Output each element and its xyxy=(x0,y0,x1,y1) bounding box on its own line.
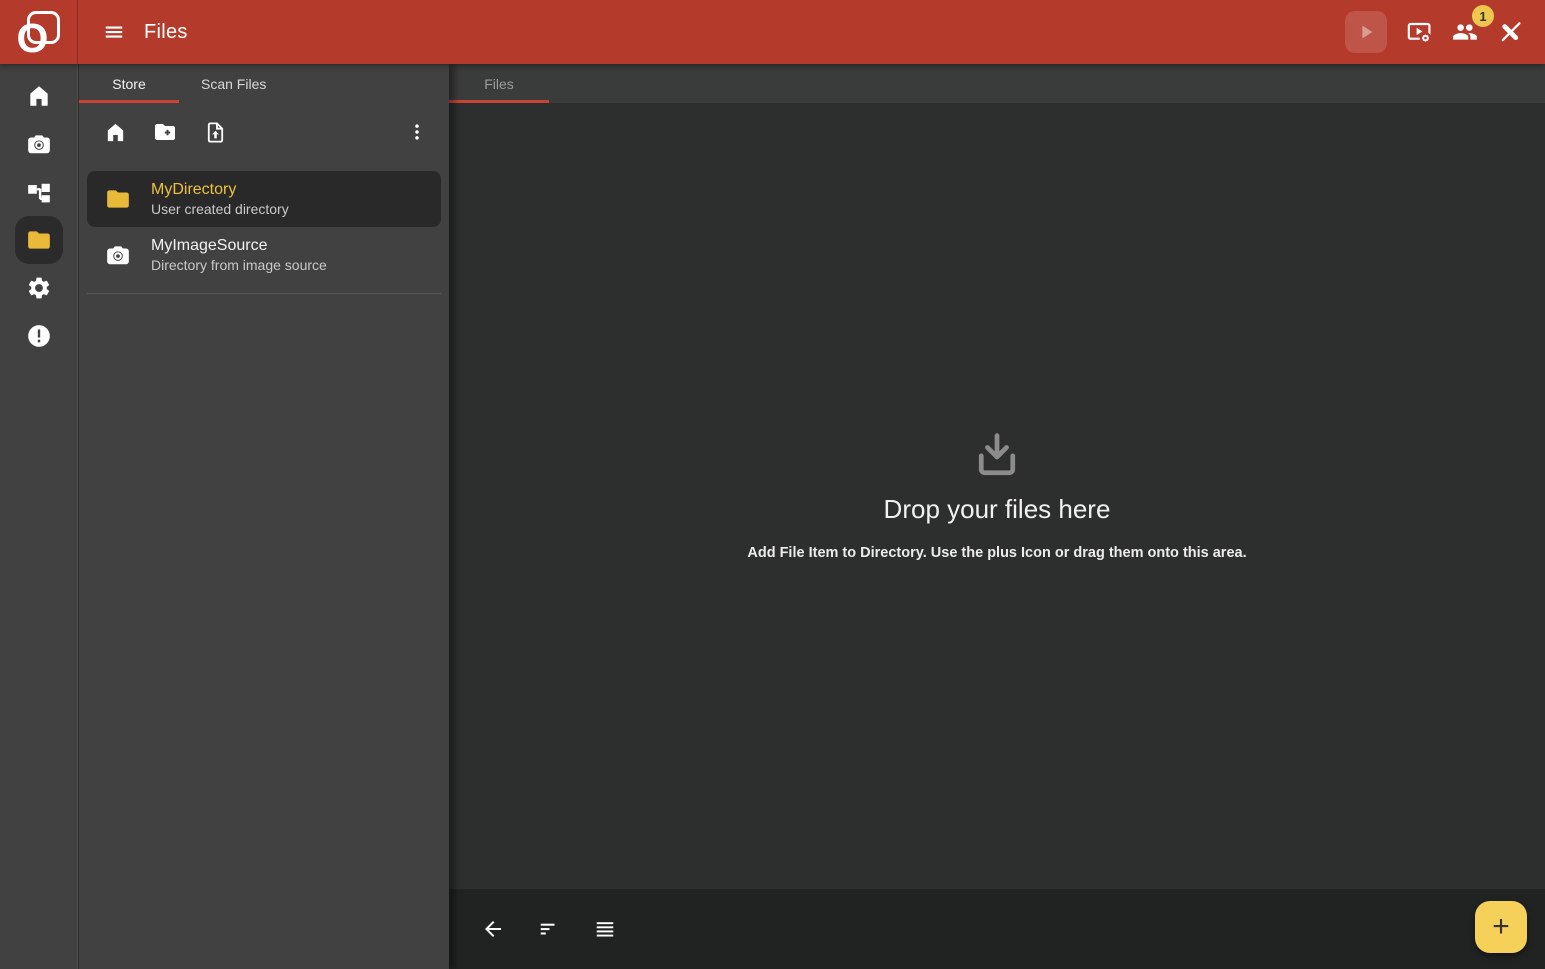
directory-title: MyDirectory xyxy=(151,181,289,199)
bottom-toolbar: + xyxy=(449,889,1545,969)
sidebar xyxy=(0,64,78,969)
app-logo[interactable]: O xyxy=(0,0,78,64)
close-icon xyxy=(1498,19,1524,45)
camera-icon xyxy=(105,242,131,268)
menu-button[interactable] xyxy=(94,12,134,52)
sidebar-item-alerts[interactable] xyxy=(15,312,63,360)
sort-icon xyxy=(538,918,560,940)
store-panel-tabs: Store Scan Files xyxy=(79,64,449,103)
directory-row-mydirectory[interactable]: MyDirectory User created directory xyxy=(87,171,441,227)
folder-icon xyxy=(105,186,131,212)
folder-plus-icon xyxy=(153,120,177,144)
list-view-button[interactable] xyxy=(585,909,625,949)
sidebar-item-tree[interactable] xyxy=(15,168,63,216)
new-folder-button[interactable] xyxy=(151,118,179,146)
sort-button[interactable] xyxy=(529,909,569,949)
alert-icon xyxy=(26,323,52,349)
dropzone-hint: Add File Item to Directory. Use the plus… xyxy=(747,545,1246,561)
list-divider xyxy=(87,293,441,294)
notification-badge: 1 xyxy=(1472,5,1494,27)
home-icon xyxy=(104,121,127,144)
file-upload-icon xyxy=(204,121,227,144)
tab-store[interactable]: Store xyxy=(79,64,179,103)
directory-texts: MyDirectory User created directory xyxy=(151,181,289,217)
sidebar-item-home[interactable] xyxy=(15,72,63,120)
more-options-button[interactable] xyxy=(403,118,431,146)
plus-icon: + xyxy=(1492,912,1510,942)
home-icon xyxy=(26,83,52,109)
directory-title: MyImageSource xyxy=(151,237,327,255)
camera-icon xyxy=(26,131,52,157)
download-tray-icon xyxy=(970,432,1024,482)
upload-file-button[interactable] xyxy=(201,118,229,146)
header: O Files xyxy=(0,0,1545,64)
users-wrap: 1 xyxy=(1445,12,1485,52)
sidebar-item-files[interactable] xyxy=(15,216,63,264)
screen-play-gear-icon xyxy=(1406,19,1432,45)
back-button[interactable] xyxy=(473,909,513,949)
gear-icon xyxy=(26,275,52,301)
close-button[interactable] xyxy=(1491,12,1531,52)
logo-icon: O xyxy=(15,8,63,56)
kebab-menu-icon xyxy=(407,122,427,142)
sidebar-item-camera[interactable] xyxy=(15,120,63,168)
reorder-list-icon xyxy=(594,918,616,940)
directory-subtitle: User created directory xyxy=(151,202,289,217)
play-icon xyxy=(1355,21,1377,43)
arrow-back-icon xyxy=(481,917,505,941)
page-title: Files xyxy=(144,21,188,44)
directory-subtitle: Directory from image source xyxy=(151,258,327,273)
logo-letter: O xyxy=(17,18,49,59)
header-actions: 1 xyxy=(1345,11,1545,53)
directory-row-myimagesource[interactable]: MyImageSource Directory from image sourc… xyxy=(87,227,441,283)
hamburger-icon xyxy=(103,21,125,43)
store-toolbar xyxy=(79,105,449,159)
tree-icon xyxy=(26,179,52,205)
play-button[interactable] xyxy=(1345,11,1387,53)
main-tabbar: Files xyxy=(449,64,1545,103)
store-panel: Store Scan Files xyxy=(79,64,449,969)
main-area: Files Drop your files here Add File Item… xyxy=(449,64,1545,969)
file-dropzone[interactable]: Drop your files here Add File Item to Di… xyxy=(449,103,1545,889)
media-settings-button[interactable] xyxy=(1399,12,1439,52)
dropzone-title: Drop your files here xyxy=(884,494,1111,525)
home-button[interactable] xyxy=(101,118,129,146)
sidebar-item-settings[interactable] xyxy=(15,264,63,312)
directory-list: MyDirectory User created directory MyIma… xyxy=(79,171,449,294)
app-window: O Files xyxy=(0,0,1545,969)
folder-icon xyxy=(26,227,52,253)
directory-texts: MyImageSource Directory from image sourc… xyxy=(151,237,327,273)
add-file-fab[interactable]: + xyxy=(1475,901,1527,953)
tab-scan-files[interactable]: Scan Files xyxy=(179,64,288,103)
tab-files[interactable]: Files xyxy=(449,64,549,103)
